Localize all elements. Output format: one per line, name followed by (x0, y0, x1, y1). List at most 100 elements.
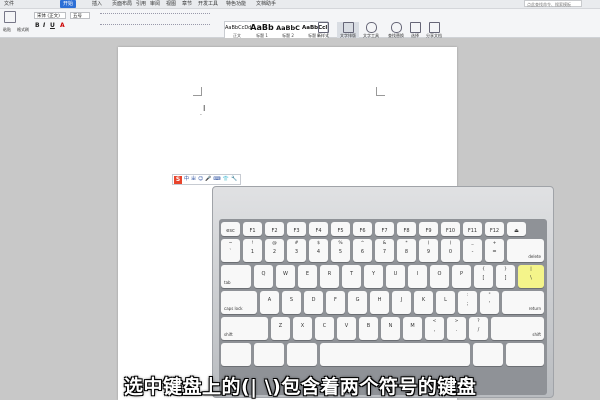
ime-toolbar: S 中 ㄓ ☺ 🎤 ⌨ 👕 🔧 (172, 174, 242, 185)
ime-tools-icon[interactable]: 🔧 (231, 175, 237, 184)
menu-features[interactable]: 特色功能 (226, 0, 246, 8)
key-w: W (276, 265, 295, 288)
sogou-logo-icon[interactable]: S (174, 175, 182, 184)
key-f10: F10 (441, 222, 460, 236)
paragraph-tools[interactable] (100, 13, 210, 18)
key-backslash-highlighted: | \ (518, 265, 544, 288)
key-v: V (337, 317, 356, 340)
key-delete: delete (507, 239, 544, 262)
style-heading-1[interactable]: AaBb 标题 1 (250, 23, 274, 39)
style-normal[interactable]: AaBbCcDd 正文 (225, 23, 251, 39)
cursor-icon (409, 22, 421, 33)
paste-label[interactable]: 粘贴 (3, 27, 11, 33)
key-f3: F3 (287, 222, 306, 236)
key-backtick: ~ ` (221, 239, 240, 262)
ime-keyboard-icon[interactable]: ⌨ (213, 175, 220, 184)
menu-references[interactable]: 引用 (136, 0, 146, 8)
style-heading-2[interactable]: AaBbC 标题 2 (276, 23, 300, 39)
text-layout-button[interactable]: 文字排版 (337, 22, 359, 39)
key-6: ^ 6 (353, 239, 372, 262)
key-c: C (315, 317, 334, 340)
menu-review[interactable]: 审阅 (150, 0, 160, 8)
format-painter-label[interactable]: 格式刷 (17, 27, 29, 33)
key-comma: <, (425, 317, 444, 340)
key-f7: F7 (375, 222, 394, 236)
menu-home[interactable]: 开始 (60, 0, 77, 8)
alignment-tools[interactable] (100, 24, 210, 29)
key-semicolon: :; (458, 291, 477, 314)
bold-button[interactable]: B (35, 22, 40, 29)
key-u: U (386, 265, 405, 288)
key-4: $4 (309, 239, 328, 262)
key-minus: _ - (463, 239, 482, 262)
key-f2: F2 (265, 222, 284, 236)
key-x: X (293, 317, 312, 340)
key-control (254, 343, 284, 366)
text-tools-button[interactable]: 文字工具 (360, 22, 382, 39)
italic-button[interactable]: I (43, 22, 45, 29)
key-d: D (304, 291, 323, 314)
wrench-icon (365, 22, 377, 33)
key-fn (221, 343, 251, 366)
font-size-select[interactable]: 五号 (70, 12, 90, 19)
key-a: A (260, 291, 279, 314)
menu-doc-assistant[interactable]: 文档助手 (256, 0, 276, 8)
command-search-input[interactable]: 点此查找命令、搜索模板 (524, 0, 582, 7)
font-color-button[interactable]: A (60, 22, 65, 29)
key-command-right (473, 343, 503, 366)
key-eject: ⏏ (507, 222, 526, 236)
key-f4: F4 (309, 222, 328, 236)
key-5: % 5 (331, 239, 350, 262)
key-slash: ? / (469, 317, 488, 340)
search-icon (390, 22, 402, 33)
menu-bar: 文件 开始 插入 页面布局 引用 审阅 视图 章节 开发工具 特色功能 文档助手… (0, 0, 600, 9)
font-name-select[interactable]: 宋体 (正文) (34, 12, 66, 19)
key-3: #3 (287, 239, 306, 262)
key-j: J (392, 291, 411, 314)
share-doc-button[interactable]: 分享文档 (423, 22, 445, 39)
key-caps-lock: caps lock (221, 291, 257, 314)
key-quote: " ' (480, 291, 499, 314)
paste-icon[interactable] (4, 11, 16, 23)
key-1: ! 1 (243, 239, 262, 262)
key-return: return (502, 291, 544, 314)
key-option (287, 343, 317, 366)
key-i: I (408, 265, 427, 288)
key-tab: tab (221, 265, 251, 288)
menu-layout[interactable]: 页面布局 (112, 0, 132, 8)
key-f6: F6 (353, 222, 372, 236)
underline-button[interactable]: U (50, 22, 55, 29)
key-2: @2 (265, 239, 284, 262)
key-left-bracket: {[ (474, 265, 493, 288)
key-space (320, 343, 470, 366)
menu-file[interactable]: 文件 (4, 0, 14, 8)
ime-punct-icon[interactable]: ㄓ (191, 175, 196, 184)
key-period: >. (447, 317, 466, 340)
key-7: & 7 (375, 239, 394, 262)
menu-insert[interactable]: 插入 (92, 0, 102, 8)
key-t: T (342, 265, 361, 288)
paragraph-mark: . (200, 110, 202, 117)
new-style-button[interactable]: 新样式 (312, 22, 334, 39)
key-f11: F11 (463, 222, 482, 236)
key-m: M (403, 317, 422, 340)
key-right-bracket: }] (496, 265, 515, 288)
menu-view[interactable]: 视图 (166, 0, 176, 8)
keyboard-image: esc F1 F2 F3 F4 F5 F6 F7 F8 F9 F10 F11 F… (212, 186, 554, 398)
ime-emoji-icon[interactable]: ☺ (198, 175, 203, 184)
key-o: O (430, 265, 449, 288)
text-layout-icon (342, 22, 354, 33)
menu-chapter[interactable]: 章节 (182, 0, 192, 8)
key-e: E (298, 265, 317, 288)
key-equals: + = (485, 239, 504, 262)
ime-chinese-mode[interactable]: 中 (184, 175, 189, 184)
key-shift-left: shift (221, 317, 268, 340)
key-f1: F1 (243, 222, 262, 236)
ime-voice-icon[interactable]: 🎤 (205, 175, 211, 184)
key-f8: F8 (397, 222, 416, 236)
ime-skin-icon[interactable]: 👕 (223, 175, 229, 184)
share-icon (428, 22, 440, 33)
menu-developer[interactable]: 开发工具 (198, 0, 218, 8)
new-style-icon (317, 22, 329, 33)
key-n: N (381, 317, 400, 340)
